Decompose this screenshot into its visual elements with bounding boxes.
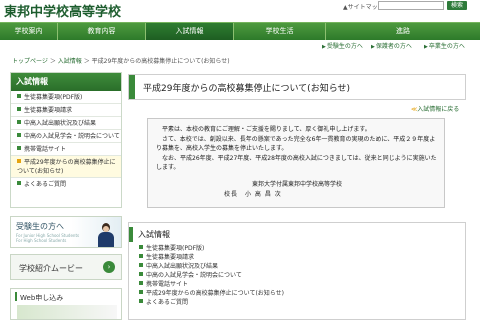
sidebar-item-label: 平成29年度からの高校募集停止について(お知らせ) [17, 159, 116, 175]
sidebar-title: 入試情報 [11, 73, 121, 91]
info-link-label: 携帯電話サイト [146, 281, 189, 288]
audience-label: 卒業生の方へ [428, 43, 465, 50]
applicants-banner[interactable]: 受験生の方へ For Junior High School Students Fo… [10, 216, 122, 248]
page-title-box: 平成29年度からの高校募集停止について(お知らせ) [128, 74, 466, 100]
web-application-image [17, 305, 117, 319]
sidebar-item-application-status[interactable]: 中高入試出願状況及び結果 [11, 117, 121, 130]
audience-nav: ▶受験生の方へ ▶保護者の方へ ▶卒業生の方へ [0, 40, 480, 50]
info-link-label: 中高入試出願状況及び結果 [146, 263, 219, 270]
sidebar-item-open-school[interactable]: 中高の入試見学会・説明会について [11, 130, 121, 143]
breadcrumb: トップページ ＞ 入試情報 ＞ 平成29年度からの高校募集停止について(お知らせ… [12, 56, 230, 65]
square-bullet-icon [17, 181, 21, 185]
sidebar-item-label: 生徒募集要項(PDF版) [24, 94, 83, 101]
search-input[interactable] [378, 1, 444, 10]
square-bullet-icon [139, 290, 143, 294]
banner-title: 受験生の方へ [16, 222, 64, 231]
title-accent-bar [129, 75, 135, 99]
sidebar-item-label: 中高の入試見学会・説明会について [24, 133, 120, 140]
notice-paragraph: さて、本校では、創設以来、長年の懸案であった完全な6年一貫教育の実現のために、平… [156, 135, 436, 153]
square-bullet-icon [139, 281, 143, 285]
nav-item-education[interactable]: 教育内容 [58, 23, 146, 40]
nav-item-school-life[interactable]: 学校生活 [234, 23, 326, 40]
square-bullet-icon [139, 254, 143, 258]
notice-paragraph: なお、平成26年度、平成27年度、平成28年度の高校入試につきましては、従来と同… [156, 154, 437, 172]
info-link-faq[interactable]: よくあるご質問 [139, 298, 465, 307]
audience-label: 受験生の方へ [326, 43, 363, 50]
square-bullet-icon [139, 272, 143, 276]
sidebar-item-faq[interactable]: よくあるご質問 [11, 178, 121, 191]
admission-info-box: 入試情報 生徒募集要項(PDF版) 生徒募集要項請求 中高入試出願状況及び結果 … [128, 222, 466, 320]
audience-link-applicants[interactable]: ▶受験生の方へ [322, 41, 363, 50]
square-bullet-icon [17, 107, 21, 111]
sidebar-item-mobile-site[interactable]: 携帯電話サイト [11, 143, 121, 156]
back-to-admission-link[interactable]: ≪入試情報に戻る [411, 104, 459, 113]
breadcrumb-separator: ＞ [49, 58, 56, 65]
info-link-mobile-site[interactable]: 携帯電話サイト [139, 280, 465, 289]
info-link-label: 生徒募集要項請求 [146, 254, 195, 261]
info-box-title: 入試情報 [129, 227, 465, 242]
global-nav: 学校案内 教育内容 入試情報 学校生活 進路 [0, 22, 480, 40]
square-bullet-icon [139, 245, 143, 249]
student-photo [97, 223, 115, 247]
square-bullet-icon [17, 159, 21, 163]
info-link-recruitment-stop[interactable]: 平成29年度からの高校募集停止について(お知らせ) [139, 289, 465, 298]
audience-link-alumni[interactable]: ▶卒業生の方へ [424, 41, 465, 50]
info-link-label: 生徒募集要項(PDF版) [146, 245, 205, 252]
info-link-guidelines-request[interactable]: 生徒募集要項請求 [139, 253, 465, 262]
breadcrumb-current: 平成29年度からの高校募集停止について(お知らせ) [91, 58, 230, 65]
triangle-right-icon: ▶ [371, 44, 375, 50]
sidebar-item-recruitment-stop[interactable]: 平成29年度からの高校募集停止について(お知らせ) [11, 156, 121, 178]
page-title: 平成29年度からの高校募集停止について(お知らせ) [143, 84, 351, 94]
square-bullet-icon [17, 94, 21, 98]
sidebar-item-label: よくあるご質問 [24, 181, 67, 188]
sidebar-menu: 入試情報 生徒募集要項(PDF版) 生徒募集要項請求 中高入試出願状況及び結果 … [10, 72, 122, 208]
info-link-open-school[interactable]: 中高の入試見学会・説明会について [139, 271, 465, 280]
sidebar-item-label: 携帯電話サイト [24, 146, 67, 153]
info-link-label: よくあるご質問 [146, 299, 189, 306]
site-header: 東邦中学校高等学校 ▲サイトマップ 検索 [0, 0, 480, 22]
search-button[interactable]: 検索 [447, 1, 467, 10]
square-bullet-icon [139, 263, 143, 267]
sidebar-item-guidelines-pdf[interactable]: 生徒募集要項(PDF版) [11, 91, 121, 104]
web-application-box[interactable]: Web申し込み [10, 288, 122, 320]
breadcrumb-section[interactable]: 入試情報 [58, 58, 82, 65]
arrow-right-icon: › [103, 261, 115, 273]
audience-label: 保護者の方へ [375, 43, 412, 50]
nav-item-career[interactable]: 進路 [326, 23, 480, 40]
square-bullet-icon [17, 133, 21, 137]
notice-paragraph: 平素は、本校の教育にご理解・ご支援を賜りまして、厚く御礼申し上げます。 [162, 126, 371, 133]
signature-organization: 東邦大学付属東邦中学校高等学校 [252, 181, 343, 188]
info-link-list: 生徒募集要項(PDF版) 生徒募集要項請求 中高入試出願状況及び結果 中高の入試… [139, 244, 465, 307]
info-link-application-status[interactable]: 中高入試出願状況及び結果 [139, 262, 465, 271]
info-link-label: 平成29年度からの高校募集停止について(お知らせ) [146, 290, 285, 297]
site-logo[interactable]: 東邦中学校高等学校 [4, 1, 121, 20]
sidebar-item-label: 中高入試出願状況及び結果 [24, 120, 97, 127]
signature-principal: 校長 小 高 昌 次 [224, 191, 282, 198]
breadcrumb-separator: ＞ [83, 58, 90, 65]
square-bullet-icon [139, 299, 143, 303]
banner-subtitle: For Junior High School Students For High … [16, 233, 79, 243]
triangle-right-icon: ▶ [424, 44, 428, 50]
square-bullet-icon [17, 146, 21, 150]
web-application-label: Web申し込み [20, 294, 64, 302]
movie-banner[interactable]: 学校紹介ムービー › [10, 254, 122, 280]
banner-subtitle-line: For High School Students [16, 238, 67, 243]
triangle-right-icon: ▶ [322, 44, 326, 50]
nav-item-admission[interactable]: 入試情報 [146, 23, 234, 40]
nav-item-school[interactable]: 学校案内 [0, 23, 58, 40]
sidebar-item-label: 生徒募集要項請求 [24, 107, 73, 114]
back-link-label: 入試情報に戻る [417, 106, 460, 113]
info-link-label: 中高の入試見学会・説明会について [146, 272, 242, 279]
audience-link-parents[interactable]: ▶保護者の方へ [371, 41, 412, 50]
heading-bar [15, 292, 17, 301]
breadcrumb-home[interactable]: トップページ [12, 58, 48, 65]
movie-banner-label: 学校紹介ムービー [19, 264, 83, 273]
sidebar-item-guidelines-request[interactable]: 生徒募集要項請求 [11, 104, 121, 117]
notice-box: 平素は、本校の教育にご理解・ご支援を賜りまして、厚く御礼申し上げます。 さて、本… [147, 118, 445, 208]
info-link-guidelines-pdf[interactable]: 生徒募集要項(PDF版) [139, 244, 465, 253]
square-bullet-icon [17, 120, 21, 124]
